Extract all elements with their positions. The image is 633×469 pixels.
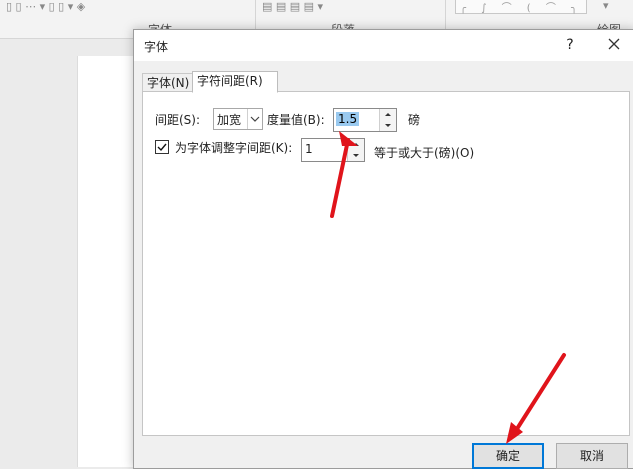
spacing-select-value: 加宽 [217, 113, 242, 127]
kerning-checkbox[interactable] [155, 140, 169, 154]
ok-button[interactable]: 确定 [472, 443, 544, 469]
by-spinner[interactable]: 1.5 [333, 108, 397, 132]
kerning-spinner[interactable]: 1 [301, 138, 365, 162]
chevron-down-icon[interactable] [247, 109, 262, 129]
kerning-label: 为字体调整字间距(K): [175, 141, 293, 155]
close-button[interactable] [604, 34, 624, 54]
help-button[interactable]: ? [560, 35, 580, 55]
close-icon [608, 38, 620, 50]
kerning-spinner-buttons [347, 139, 364, 161]
dialog-title: 字体 [144, 40, 169, 54]
ribbon-paragraph-controls[interactable]: ▤ ▤ ▤ ▤ ▾ [262, 0, 323, 13]
spacing-label: 间距(S): [155, 113, 201, 127]
dialog-titlebar: 字体 ? [134, 30, 633, 61]
by-label: 度量值(B): [267, 113, 325, 127]
styles-gallery[interactable]: ╭ ∫ ⌒ ( ⌒ ╮ [455, 0, 587, 14]
kerning-input[interactable]: 1 [305, 142, 313, 156]
by-input[interactable]: 1.5 [336, 112, 360, 126]
kerning-suffix-label: 等于或大于(磅)(O) [374, 146, 475, 160]
chevron-down-icon[interactable]: ▾ [603, 0, 609, 12]
cancel-button[interactable]: 取消 [556, 443, 628, 469]
spacing-select[interactable]: 加宽 [213, 108, 263, 130]
by-spinner-buttons [379, 109, 396, 131]
tab-font[interactable]: 字体(N) [142, 73, 199, 92]
ribbon-font-controls[interactable]: ▯ ▯ ⋯ ▾ ▯ ▯ ▾ ◈ [6, 0, 85, 13]
character-spacing-panel: 间距(S): 加宽 度量值(B): 1.5 磅 为字体调整字间距(K): 1 等… [142, 91, 630, 436]
document-page[interactable] [77, 56, 138, 467]
tab-character-spacing[interactable]: 字符间距(R) [192, 71, 278, 93]
spinner-down-icon[interactable] [348, 150, 364, 161]
spinner-down-icon[interactable] [380, 120, 396, 131]
font-dialog: 字体 ? 字体(N) 字符间距(R) 间距(S): 加宽 度量值(B): 1.5… [133, 29, 633, 469]
unit-label: 磅 [408, 113, 421, 127]
checkmark-icon [157, 143, 167, 152]
